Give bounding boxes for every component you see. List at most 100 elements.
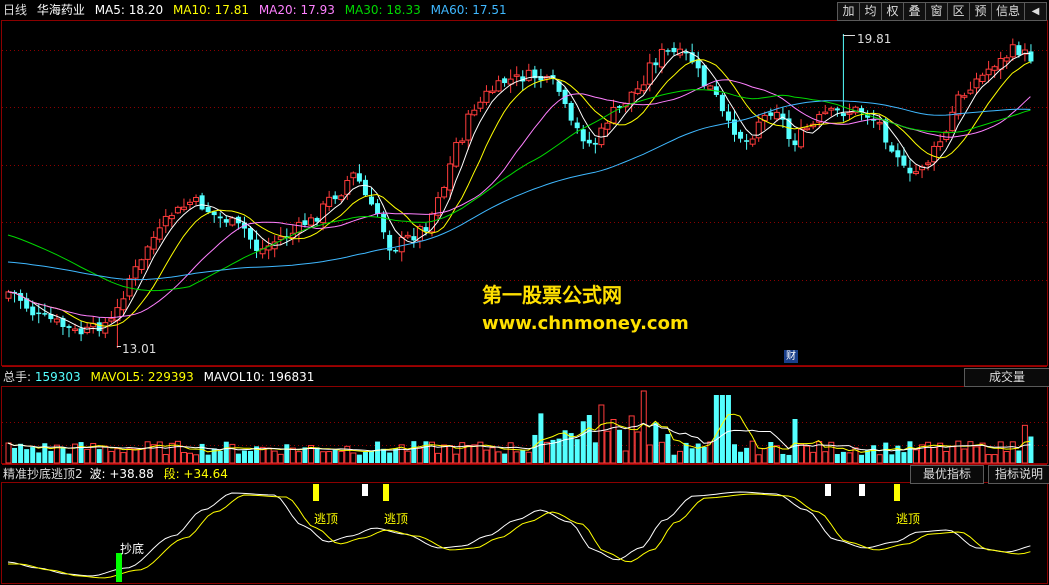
ma60-line	[7, 100, 1031, 281]
toolbar-collapse-icon[interactable]: ◀	[1024, 2, 1047, 21]
indicator-header: 精准抄底逃顶2 波: +38.88 段: +34.64	[3, 465, 234, 483]
candle-body-down	[840, 113, 846, 117]
volume-header: 总手: 159303 MAVOL5: 229393 MAVOL10: 19683…	[3, 368, 320, 386]
toolbar-info-button[interactable]: 信息	[991, 2, 1025, 21]
candle-body-down	[302, 220, 308, 225]
volume-bar-up	[677, 450, 684, 464]
volume-bar-down	[538, 413, 544, 463]
toolbar-average-button[interactable]: 均	[859, 2, 882, 21]
candle-body-up	[277, 236, 284, 240]
volume-bar-up	[180, 452, 187, 464]
toolbar-add-button[interactable]: 加	[837, 2, 860, 21]
volume-bar-down	[780, 453, 786, 463]
volume-bar-down	[60, 447, 66, 463]
volume-bar-up	[295, 451, 302, 464]
indicator-panel-frame	[1, 482, 1048, 584]
low-price-label: 13.01	[122, 342, 157, 356]
watermark-url: www.chnmoney.com	[482, 313, 689, 334]
volume-bar-up	[102, 445, 109, 464]
candle-body-down	[895, 150, 901, 158]
volume-bar-up	[1003, 451, 1010, 464]
toolbar-range-button[interactable]: 区	[947, 2, 970, 21]
volume-bar-up	[846, 452, 853, 464]
volume-bar-down	[532, 434, 538, 463]
toolbar-forecast-button[interactable]: 预	[969, 2, 992, 21]
volume-bar-up	[495, 451, 502, 464]
high-price-label: 19.81	[857, 32, 892, 46]
candle-body-down	[738, 131, 744, 139]
candle-body-down	[96, 322, 102, 332]
finance-badge[interactable]: 财	[784, 350, 798, 363]
indicator-seg-line	[8, 493, 1031, 579]
volume-selector[interactable]: 成交量	[964, 368, 1049, 387]
volume-bar-up	[84, 448, 91, 464]
volume-bar-down	[744, 447, 750, 463]
volume-bar-up	[543, 441, 550, 464]
volume-bars	[5, 390, 1034, 464]
candle-body-up	[943, 131, 950, 141]
volume-bar-down	[36, 452, 42, 463]
candle-body-down	[834, 108, 840, 111]
volume-bar-up	[513, 451, 520, 464]
volume-bar-down	[792, 419, 798, 463]
volume-bar-up	[634, 431, 641, 464]
volume-bar-up	[1021, 424, 1028, 464]
volume-bar-up	[640, 390, 647, 464]
ma60-readout: MA60: 17.51	[430, 3, 507, 17]
stock-name: 华海药业	[36, 3, 85, 17]
candle-body-up	[979, 74, 986, 83]
toolbar-overlay-button[interactable]: 叠	[903, 2, 926, 21]
volume-bar-up	[943, 450, 950, 464]
candle-body-up	[53, 318, 60, 323]
pre-signal-bar	[362, 484, 368, 496]
candle-body-up	[828, 107, 835, 111]
candle-body-down	[362, 179, 368, 196]
candle-body-up	[459, 140, 466, 143]
volume-bar-up	[144, 441, 151, 464]
candle-body-up	[138, 259, 145, 270]
candle-body-down	[211, 211, 217, 216]
volume-bar-down	[901, 452, 907, 463]
candle-body-up	[610, 106, 617, 124]
candle-body-down	[907, 167, 913, 174]
volume-bar-up	[755, 454, 762, 464]
volume-bar-down	[217, 450, 223, 463]
pre-signal-bar	[859, 484, 865, 496]
volume-label: 总手:	[3, 370, 32, 384]
candle-body-down	[768, 112, 774, 116]
volume-bar-down	[907, 441, 913, 463]
volume-bar-up	[447, 445, 454, 464]
toolbar-window-button[interactable]: 窗	[925, 2, 948, 21]
toolbar-rights-button[interactable]: 权	[881, 2, 904, 21]
candle-body-down	[254, 239, 260, 251]
volume-bar-down	[574, 439, 580, 463]
candle-body-up	[634, 88, 641, 94]
indicator-wave: 波: +38.88	[89, 467, 154, 481]
candle-body-down	[332, 195, 338, 200]
volume-bar-up	[338, 450, 345, 464]
main-header: 日线 华海药业 MA5: 18.20 MA10: 17.81 MA20: 17.…	[3, 1, 513, 19]
candle-body-up	[193, 197, 200, 202]
candle-body-up	[937, 141, 944, 148]
chart-toolbar: 加 均 权 叠 窗 区 预 信息 ◀	[837, 2, 1047, 21]
best-indicator-button[interactable]: 最优指标	[910, 465, 984, 484]
volume-bar-down	[356, 454, 362, 463]
volume-bar-up	[622, 450, 629, 464]
volume-bar-down	[369, 451, 374, 463]
volume-bar-up	[604, 430, 611, 464]
volume-bar-down	[42, 443, 48, 463]
volume-bar-down	[66, 453, 72, 463]
volume-bar-up	[773, 445, 780, 464]
candle-body-up	[156, 227, 163, 240]
top-signal-bar	[894, 484, 900, 501]
candle-body-down	[592, 142, 598, 145]
volume-bar-up	[453, 453, 460, 464]
candle-body-down	[744, 140, 750, 142]
indicator-help-button[interactable]: 指标说明	[988, 465, 1049, 484]
volume-bar-down	[223, 441, 229, 463]
candle-body-up	[108, 318, 115, 322]
volume-bar-down	[362, 452, 368, 463]
candle-body-up	[513, 74, 520, 77]
candle-body-up	[229, 217, 236, 226]
candle-body-up	[338, 195, 345, 201]
